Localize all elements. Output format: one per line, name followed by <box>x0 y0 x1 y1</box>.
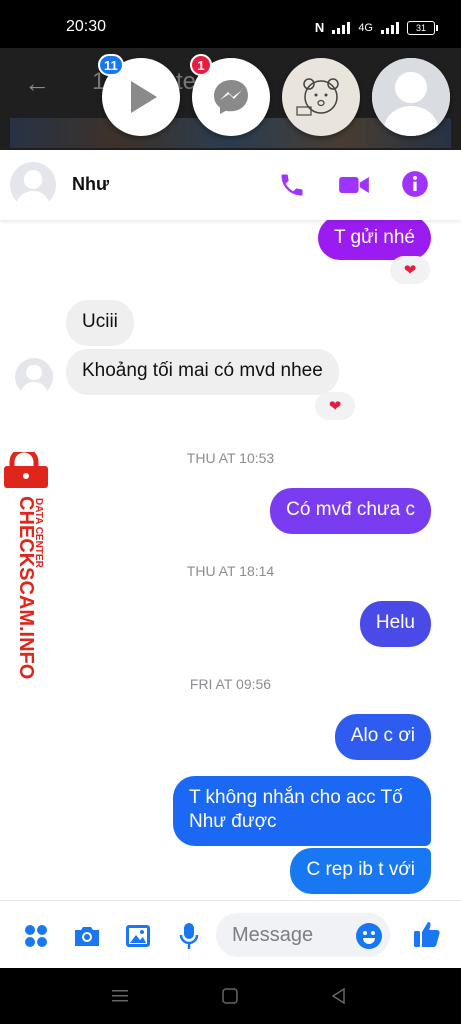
message-received[interactable]: Uciii <box>66 300 134 346</box>
watermark-sub: DATA CENTER <box>33 498 44 569</box>
message-composer <box>0 900 461 969</box>
timestamp: FRI AT 09:56 <box>189 676 272 692</box>
message-sent[interactable]: Helu <box>359 601 431 647</box>
heart-reaction[interactable]: ❤ <box>390 256 430 284</box>
info-icon[interactable] <box>401 170 429 198</box>
contact-name[interactable]: Như <box>72 174 109 195</box>
play-icon <box>131 81 157 113</box>
gallery-icon[interactable] <box>123 921 153 951</box>
camera-icon[interactable] <box>72 921 102 951</box>
sender-avatar <box>15 358 53 396</box>
messenger-chat-head[interactable]: 1 <box>190 54 270 136</box>
thumbs-up-icon[interactable] <box>412 919 442 949</box>
message-sent[interactable]: T gửi nhé <box>317 216 431 260</box>
phone-call-icon[interactable] <box>278 171 306 199</box>
message-sent[interactable]: C rep ib t với <box>290 848 431 894</box>
back-arrow-icon: ← <box>24 68 50 98</box>
messenger-icon <box>214 80 248 114</box>
default-avatar-icon <box>372 58 450 136</box>
unread-badge: 1 <box>190 54 212 76</box>
video-call-icon[interactable] <box>338 171 370 199</box>
apps-icon[interactable] <box>21 921 51 951</box>
chat-header: Như <box>0 150 461 220</box>
watermark: CHECKSCAM.INFO DATA CENTER <box>2 447 52 682</box>
back-icon[interactable] <box>330 987 348 1005</box>
message-sent[interactable]: T không nhắn cho acc Tố Như được <box>173 776 431 846</box>
message-sent[interactable]: Có mvđ chưa c <box>270 488 431 534</box>
winnie-avatar-icon <box>296 78 339 116</box>
home-icon[interactable] <box>221 987 239 1005</box>
winnie-chat-head[interactable] <box>282 58 360 136</box>
microphone-icon[interactable] <box>174 921 204 951</box>
signal-icon <box>332 21 351 34</box>
recent-apps-icon[interactable] <box>110 988 130 1004</box>
status-icons: N 4G 31 <box>314 20 438 35</box>
system-nav-bar <box>0 968 461 1024</box>
battery-icon: 31 <box>407 20 438 35</box>
unread-badge: 11 <box>98 54 124 76</box>
status-time: 20:30 <box>66 18 107 35</box>
signal-icon-2 <box>381 21 399 34</box>
chat-window: Như T gửi nhé ❤ Uciii Khoảng tối mai có … <box>0 150 461 968</box>
contact-avatar[interactable] <box>10 162 56 208</box>
default-avatar-chat-head[interactable] <box>372 58 450 136</box>
checkscam-logo: CHECKSCAM.INFO DATA CENTER <box>4 447 48 679</box>
nfc-icon: N <box>314 20 325 35</box>
emoji-icon[interactable] <box>354 921 384 951</box>
heart-reaction[interactable]: ❤ <box>315 392 355 420</box>
play-chat-head[interactable]: 11 <box>98 54 180 136</box>
message-sent[interactable]: Alo c ơi <box>334 714 431 760</box>
network-type: 4G <box>358 21 373 34</box>
status-bar: 20:30 N 4G 31 <box>0 0 461 48</box>
message-received[interactable]: Khoảng tối mai có mvd nhee <box>66 349 339 395</box>
timestamp: THU AT 10:53 <box>186 450 275 466</box>
timestamp: THU AT 18:14 <box>186 563 275 579</box>
